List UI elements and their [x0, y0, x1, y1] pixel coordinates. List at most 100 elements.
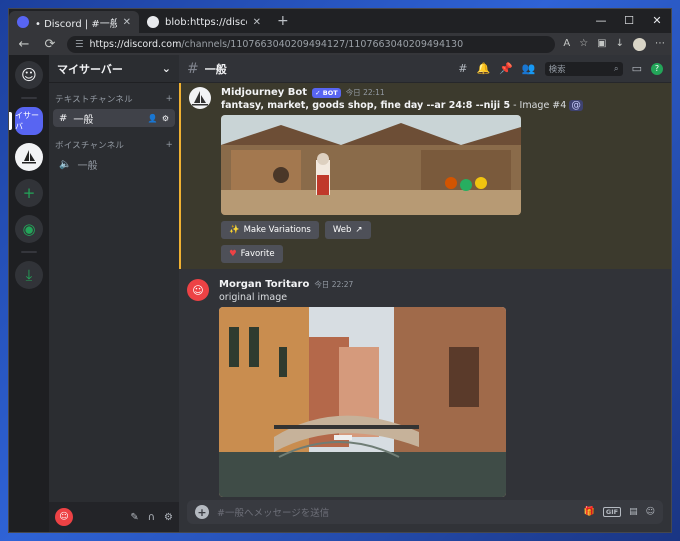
header-toolbar: # 🔔 📌 👥 検索 ⌕ ▭ ? — [458, 61, 663, 76]
read-aloud-icon[interactable]: A — [563, 38, 570, 51]
download-apps-icon[interactable]: ⤓ — [15, 261, 43, 289]
add-channel-icon[interactable]: + — [166, 94, 173, 104]
invite-icon[interactable]: 👤 — [148, 114, 158, 123]
threads-icon[interactable]: # — [458, 62, 467, 75]
maximize-button[interactable]: ☐ — [615, 9, 643, 31]
bell-icon[interactable]: 🔔 — [476, 62, 490, 75]
active-pill — [9, 112, 12, 130]
venice-photo-image[interactable] — [219, 307, 506, 497]
channel-voice-general[interactable]: 🔈 一般 — [53, 155, 175, 173]
home-discord-icon[interactable]: ☺ — [15, 61, 43, 89]
prompt-text: fantasy, market, goods shop, fine day --… — [221, 100, 511, 111]
inbox-icon[interactable]: ▭ — [632, 62, 642, 75]
bot-avatar[interactable] — [189, 87, 211, 109]
external-link-icon: ↗ — [355, 225, 363, 235]
headphones-icon[interactable]: ∩ — [148, 512, 155, 523]
search-placeholder: 検索 — [548, 64, 566, 75]
new-tab-button[interactable]: + — [269, 13, 297, 33]
page-title: 一般 — [204, 62, 227, 76]
bot-badge: ✓ BOT — [312, 87, 341, 98]
download-icon[interactable]: ↓ — [616, 38, 624, 51]
sailboat-icon — [192, 91, 208, 106]
page-favicon-icon — [147, 16, 159, 28]
hash-icon: # — [187, 60, 199, 77]
channel-name: 一般 — [77, 160, 98, 172]
mute-mic-icon[interactable]: ✎ — [130, 512, 138, 523]
tab-discord[interactable]: • Discord | #一般 | マイサーバー ✕ — [9, 11, 139, 33]
server-label: イサーバ — [15, 111, 39, 131]
avatar[interactable]: ☺ — [187, 279, 209, 301]
server-my-server[interactable]: イサーバ — [9, 107, 43, 135]
guild-name: マイサーバー — [57, 62, 123, 76]
profile-avatar[interactable] — [633, 37, 646, 51]
author-name[interactable]: Morgan Toritaro — [219, 279, 309, 290]
tab-title: • Discord | #一般 | マイサーバー — [35, 18, 117, 30]
emoji-icon[interactable]: ☺ — [646, 507, 655, 517]
message-input[interactable]: #一般へメッセージを送信 — [217, 505, 576, 519]
guild-header[interactable]: マイサーバー ⌄ — [49, 55, 179, 83]
gift-icon[interactable]: 🎁 — [584, 507, 595, 517]
chevron-down-icon: ⌄ — [161, 62, 171, 75]
mention[interactable]: @ — [569, 100, 583, 111]
gif-button[interactable]: GIF — [602, 507, 622, 517]
close-tab-icon[interactable]: ✕ — [253, 17, 261, 28]
back-button[interactable]: ← — [15, 37, 33, 52]
hash-icon: # — [59, 112, 68, 124]
add-channel-icon[interactable]: + — [166, 140, 173, 150]
url-host: https://discord.com — [89, 38, 182, 50]
pin-icon[interactable]: 📌 — [499, 62, 513, 75]
message-composer[interactable]: + #一般へメッセージを送信 🎁 GIF ▤ ☺ — [187, 500, 663, 524]
server-midjourney-icon[interactable] — [15, 143, 43, 171]
attach-plus-icon[interactable]: + — [195, 505, 209, 519]
browser-toolbar: A ☆ ▣ ↓ ⋯ — [563, 37, 665, 51]
site-info-icon[interactable]: ☰ — [75, 39, 84, 50]
favorite-star-icon[interactable]: ☆ — [579, 38, 588, 51]
favorite-button[interactable]: ♥ Favorite — [221, 245, 283, 263]
gear-icon[interactable]: ⚙ — [162, 114, 169, 123]
make-variations-button[interactable]: ✨ Make Variations — [221, 221, 319, 239]
category-text[interactable]: テキストチャンネル + — [49, 83, 179, 107]
tab-blob[interactable]: blob:https://discord.com/c4e57b ✕ — [139, 11, 269, 33]
members-icon[interactable]: 👥 — [522, 62, 536, 75]
server-list: ☺ イサーバ + ◉ ⤓ — [9, 55, 49, 532]
discord-app: ☺ イサーバ + ◉ ⤓ マイサーバー ⌄ テキストチャンネル + # 一般 👤… — [9, 55, 671, 532]
server-divider — [21, 251, 37, 253]
add-server-icon[interactable]: + — [15, 179, 43, 207]
menu-dots-icon[interactable]: ⋯ — [655, 38, 665, 51]
web-button[interactable]: Web ↗ — [324, 221, 371, 239]
help-icon[interactable]: ? — [651, 62, 663, 75]
sticker-icon[interactable]: ▤ — [629, 507, 638, 517]
category-voice[interactable]: ボイスチャンネル + — [49, 129, 179, 153]
action-buttons: ✨ Make Variations Web ↗ — [221, 221, 663, 239]
minimize-button[interactable]: — — [587, 9, 615, 31]
generated-market-image[interactable] — [221, 115, 521, 215]
avatar[interactable]: ☺ — [55, 508, 73, 526]
sailboat-icon — [22, 150, 36, 164]
url-path: /channels/1107663040209494127/1107663040… — [181, 38, 464, 50]
user-controls: ✎ ∩ ⚙ — [130, 512, 173, 523]
server-divider — [21, 97, 37, 99]
button-label: Make Variations — [243, 225, 311, 235]
message-item: Midjourney Bot ✓ BOT 今日 22:11 fantasy, m… — [179, 83, 671, 269]
collections-icon[interactable]: ▣ — [597, 38, 606, 51]
url-field[interactable]: ☰ https://discord.com/channels/110766304… — [67, 35, 556, 53]
close-tab-icon[interactable]: ✕ — [123, 17, 131, 28]
author-name[interactable]: Midjourney Bot — [221, 87, 307, 98]
message-content: original image — [219, 292, 288, 303]
message-list: Midjourney Bot ✓ BOT 今日 22:11 fantasy, m… — [179, 83, 671, 532]
channel-name: 一般 — [73, 114, 94, 126]
search-input[interactable]: 検索 ⌕ — [544, 61, 623, 76]
close-window-button[interactable]: ✕ — [643, 9, 671, 31]
reload-button[interactable]: ⟳ — [41, 37, 59, 52]
image-suffix: - Image #4 — [510, 100, 570, 111]
gear-icon[interactable]: ⚙ — [164, 512, 173, 523]
explore-compass-icon[interactable]: ◉ — [15, 215, 43, 243]
channel-actions: 👤 ⚙ — [148, 114, 169, 123]
user-panel: ☺ ✎ ∩ ⚙ — [49, 502, 179, 532]
button-label: Favorite — [240, 249, 275, 259]
category-voice-label: ボイスチャンネル — [55, 141, 125, 151]
channel-general[interactable]: # 一般 👤 ⚙ — [53, 109, 175, 127]
channel-sidebar: マイサーバー ⌄ テキストチャンネル + # 一般 👤 ⚙ ボイスチャンネル + — [49, 55, 179, 532]
discord-favicon-icon — [17, 16, 29, 28]
main-chat: # 一般 # 🔔 📌 👥 検索 ⌕ ▭ ? Midjourney Bot ✓ B… — [179, 55, 671, 532]
